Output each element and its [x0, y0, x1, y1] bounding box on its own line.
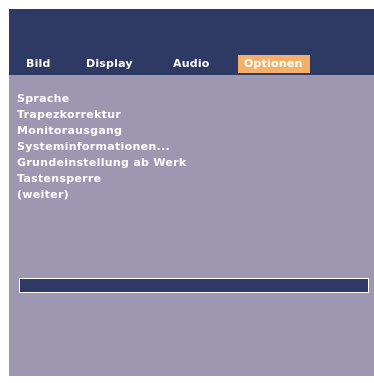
menu-header: Bild Display Audio Optionen [9, 9, 374, 75]
tab-audio[interactable]: Audio [173, 55, 210, 73]
tab-display[interactable]: Display [86, 55, 133, 73]
options-menu-list: Sprache Trapezkorrektur Monitorausgang S… [9, 75, 374, 376]
menu-item-trapezkorrektur[interactable]: Trapezkorrektur [17, 107, 121, 122]
menu-item-weiter[interactable]: (weiter) [17, 187, 69, 202]
menu-item-grundeinstellung[interactable]: Grundeinstellung ab Werk [17, 155, 187, 170]
menu-item-systeminformationen[interactable]: Systeminformationen... [17, 139, 170, 154]
menu-item-tastensperre[interactable]: Tastensperre [17, 171, 101, 186]
status-bar [19, 278, 369, 293]
osd-menu: Bild Display Audio Optionen Sprache Trap… [9, 9, 374, 376]
menu-item-sprache[interactable]: Sprache [17, 91, 70, 106]
menu-item-monitorausgang[interactable]: Monitorausgang [17, 123, 122, 138]
tab-optionen[interactable]: Optionen [238, 55, 310, 73]
tab-bild[interactable]: Bild [26, 55, 51, 73]
